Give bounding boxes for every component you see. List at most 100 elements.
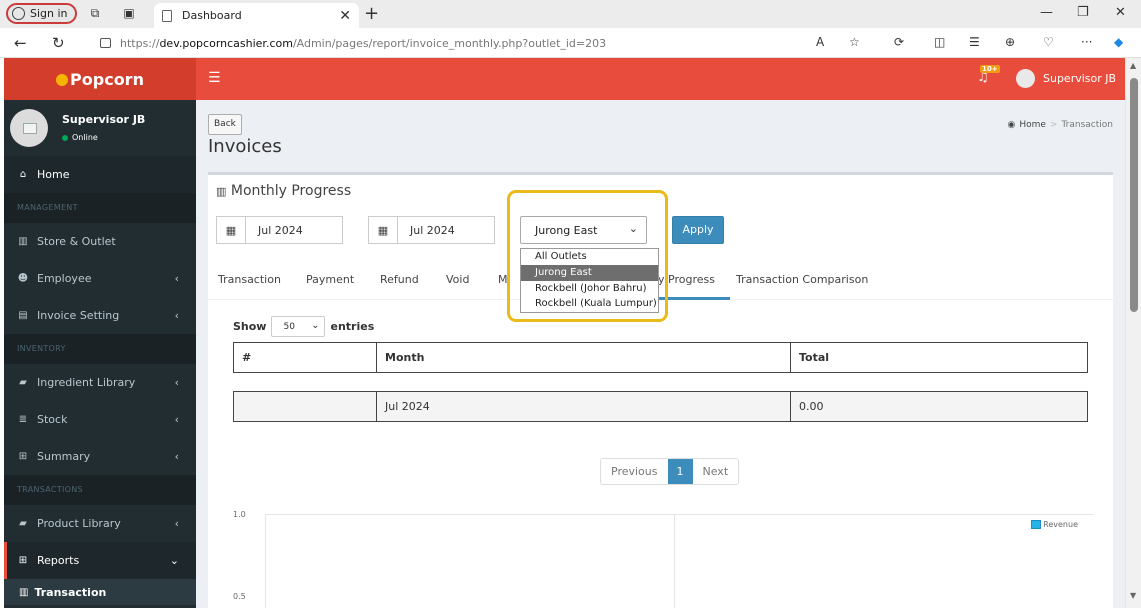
split-screen-icon[interactable]: ◫ [934,35,945,49]
sidebar-item-stock[interactable]: ≣ Stock ‹ [4,401,196,438]
page-icon [162,9,172,22]
minimize-icon[interactable]: — [1040,5,1053,20]
tab-payment[interactable]: Payment [306,273,354,286]
sidebar-item-home[interactable]: ⌂ Home [4,156,196,193]
sidebar-item-reports[interactable]: ⊞ Reports ⌄ [4,542,196,579]
copilot-icon[interactable]: ◆ [1114,35,1123,49]
sign-in-button[interactable]: Sign in [6,3,77,24]
next-page-button[interactable]: Next [692,459,739,484]
tab-actions-icon[interactable]: ▣ [122,6,136,20]
tab-monthly-partial[interactable]: M [498,273,508,286]
sidebar-item-summary[interactable]: ⊞ Summary ‹ [4,438,196,475]
scrollbar-thumb[interactable] [1130,78,1138,312]
bar-chart-icon: ▥ [216,185,227,198]
outlet-option[interactable]: All Outlets [521,249,658,265]
user-panel: Supervisor JB Online [4,100,196,156]
dashboard-icon: ◉ [1007,120,1016,130]
sidebar-section-management: MANAGEMENT [4,193,196,223]
bar-chart-icon: ▥ [19,586,29,598]
outlet-option-selected[interactable]: Jurong East [521,264,658,281]
tab-refund[interactable]: Refund [380,273,419,286]
sidebar-item-product-library[interactable]: ▰ Product Library ‹ [4,505,196,542]
y-tick-label: 0.5 [233,592,246,601]
tab-void[interactable]: Void [446,273,469,286]
top-navbar: ☰ ♫ 10+ Supervisor JB [196,58,1125,100]
chevron-left-icon: ‹ [174,272,179,285]
url-path: /Admin/pages/report/invoice_monthly.php?… [292,36,607,50]
book-icon: ▰ [19,377,27,388]
tab-transaction-comparison[interactable]: Transaction Comparison [736,273,868,286]
url-field[interactable]: https://dev.popcorncashier.com/Admin/pag… [92,32,872,54]
address-bar: ← ↻ https://dev.popcorncashier.com/Admin… [0,28,1141,58]
user-avatar[interactable] [1016,69,1035,88]
page-title: Invoices [208,136,282,157]
logo-bar[interactable]: Popcorn [4,58,196,100]
apply-button[interactable]: Apply [672,216,724,244]
close-window-icon[interactable]: ✕ [1115,5,1126,20]
breadcrumb-current: Transaction [1061,120,1114,130]
outlet-selected-value: Jurong East [535,223,598,237]
sidebar-section-transactions: TRANSACTIONS [4,475,196,505]
tab-transaction[interactable]: Transaction [218,273,281,286]
breadcrumb-home[interactable]: Home [1019,120,1046,130]
back-button[interactable]: Back [208,114,242,135]
scroll-up-icon[interactable]: ▲ [1130,61,1136,70]
category-gridline [674,514,675,608]
date-from-field[interactable]: ▦ Jul 2024 [216,216,343,244]
cell-number [234,392,377,421]
collections-icon[interactable]: ⊕ [1005,35,1015,49]
calendar-icon: ▦ [369,217,398,243]
favorites-list-icon[interactable]: ☰ [969,35,980,49]
online-dot-icon [62,134,68,141]
menu-toggle-icon[interactable]: ☰ [208,70,221,86]
back-arrow-icon[interactable]: ← [14,34,27,52]
restore-icon[interactable]: ❐ [1077,5,1089,20]
workspaces-icon[interactable]: ⧉ [88,6,102,20]
sidebar-item-ingredient-library[interactable]: ▰ Ingredient Library ‹ [4,364,196,401]
chevron-down-icon: ⌄ [311,320,320,331]
sidebar-item-store-outlet[interactable]: ▥ Store & Outlet [4,223,196,260]
breadcrumb: ◉ Home > Transaction [1008,120,1113,130]
header-number[interactable]: # [234,343,377,372]
header-total[interactable]: Total [791,343,1087,372]
sidebar-item-invoice-setting[interactable]: ▤ Invoice Setting ‹ [4,297,196,334]
breadcrumb-separator: > [1049,120,1058,130]
sign-in-label: Sign in [30,7,68,20]
entries-select[interactable]: 50 ⌄ [271,316,326,337]
scroll-down-icon[interactable]: ▼ [1130,591,1136,600]
header-month[interactable]: Month [377,343,791,372]
read-aloud-icon[interactable]: A [816,35,824,49]
outlet-dropdown-list: All Outlets Jurong East Rockbell (Johor … [520,248,659,313]
outlet-select[interactable]: Jurong East ⌄ [520,216,647,244]
date-to-value: Jul 2024 [410,223,455,237]
sidebar-subitem-transaction[interactable]: ▥ Transaction [4,579,196,605]
box-title: ▥ Monthly Progress [216,183,352,199]
page-scrollbar[interactable]: ▲ ▼ [1125,58,1141,608]
y-tick-label: 1.0 [233,510,246,519]
table-header: # Month Total [233,342,1088,373]
favorite-star-icon[interactable]: ☆ [849,35,860,49]
more-menu-icon[interactable]: ··· [1081,35,1092,49]
refresh-icon[interactable]: ↻ [52,34,65,52]
revenue-chart: 1.0 0.5 Revenue [233,508,1093,608]
users-icon: ☻ [17,273,29,284]
url-prefix: https:// [120,36,160,50]
calendar-icon: ▦ [217,217,246,243]
date-to-field[interactable]: ▦ Jul 2024 [368,216,495,244]
outlet-option[interactable]: Rockbell (Johor Bahru) [521,281,658,297]
previous-page-button[interactable]: Previous [601,459,668,484]
header-user-name[interactable]: Supervisor JB [1043,72,1116,85]
browser-essentials-icon[interactable]: ♡ [1043,35,1054,49]
chevron-down-icon: ⌄ [628,222,638,235]
lock-icon [100,38,111,48]
browser-tab-dashboard[interactable]: Dashboard ✕ [154,3,359,28]
new-tab-icon[interactable]: + [364,3,379,24]
table-row: Jul 2024 0.00 [233,391,1088,422]
outlet-option[interactable]: Rockbell (Kuala Lumpur) [521,296,658,312]
chevron-left-icon: ‹ [174,517,179,530]
page-1-button[interactable]: 1 [667,459,693,484]
close-tab-icon[interactable]: ✕ [339,8,351,24]
chart-legend[interactable]: Revenue [1031,520,1078,529]
extensions-icon[interactable]: ⟳ [894,35,904,49]
sidebar-item-employee[interactable]: ☻ Employee ‹ [4,260,196,297]
